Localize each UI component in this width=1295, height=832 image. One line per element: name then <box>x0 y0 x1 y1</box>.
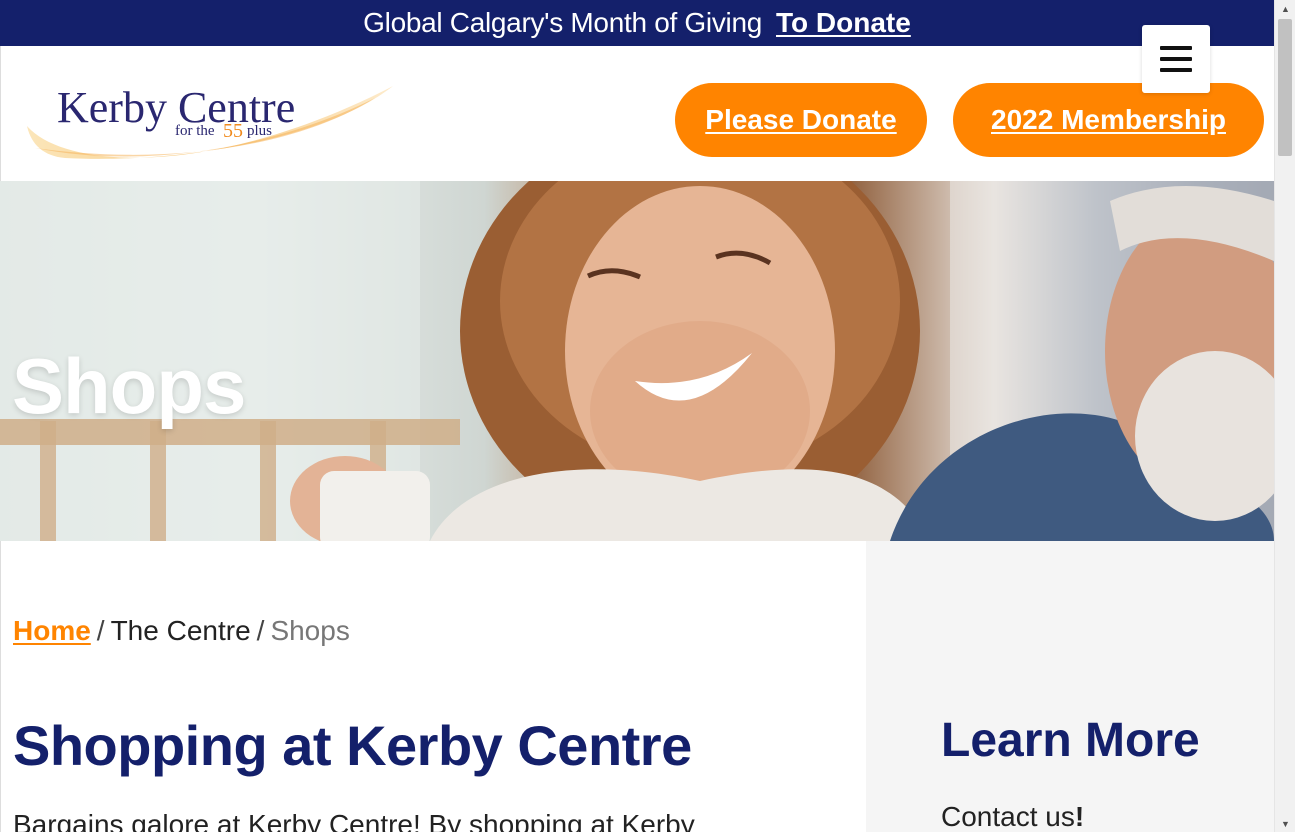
contact-punctuation: ! <box>1074 801 1085 832</box>
giving-banner-message: Global Calgary's Month of Giving <box>363 7 762 38</box>
giving-banner: Global Calgary's Month of Giving To Dona… <box>0 0 1274 46</box>
page-scrollbar[interactable]: ▲ ▼ <box>1274 0 1295 832</box>
svg-text:for the: for the <box>175 123 215 139</box>
breadcrumb-section: The Centre <box>110 615 251 646</box>
menu-button[interactable] <box>1142 25 1210 93</box>
sidebar-heading: Learn More <box>941 714 1200 767</box>
intro-paragraph: Bargains galore at Kerby Centre! By shop… <box>13 809 695 832</box>
hamburger-menu-icon <box>1160 46 1192 50</box>
hero-title: Shops <box>12 342 246 430</box>
breadcrumb: Home / The Centre / Shops <box>13 615 350 647</box>
hero-banner: Shops <box>0 181 1274 541</box>
contact-us-label: Contact us <box>941 801 1075 832</box>
svg-text:55: 55 <box>223 120 243 142</box>
contact-text: Contact us! <box>941 801 1084 832</box>
scroll-down-arrow-icon[interactable]: ▼ <box>1275 815 1295 832</box>
scrollbar-thumb[interactable] <box>1278 19 1292 156</box>
svg-text:plus: plus <box>247 123 272 139</box>
main-content: Home / The Centre / Shops Shopping at Kerby … <box>0 541 866 832</box>
breadcrumb-home-link[interactable]: Home <box>13 615 91 646</box>
breadcrumb-separator: / <box>96 615 105 646</box>
kerby-centre-logo[interactable]: Kerby Centre for the 55 plus <box>25 78 395 170</box>
page: Global Calgary's Month of Giving To Dona… <box>0 0 1274 832</box>
breadcrumb-current: Shops <box>270 615 350 646</box>
scroll-up-arrow-icon[interactable]: ▲ <box>1275 0 1295 17</box>
site-header: Kerby Centre for the 55 plus Please Dona… <box>0 46 1274 181</box>
sidebar: Learn More Contact us! <box>866 541 1274 832</box>
membership-button[interactable]: 2022 Membership <box>953 83 1264 157</box>
breadcrumb-separator: / <box>256 615 265 646</box>
page-heading: Shopping at Kerby Centre <box>13 714 692 777</box>
please-donate-button[interactable]: Please Donate <box>675 83 927 157</box>
to-donate-link[interactable]: To Donate <box>776 7 911 39</box>
